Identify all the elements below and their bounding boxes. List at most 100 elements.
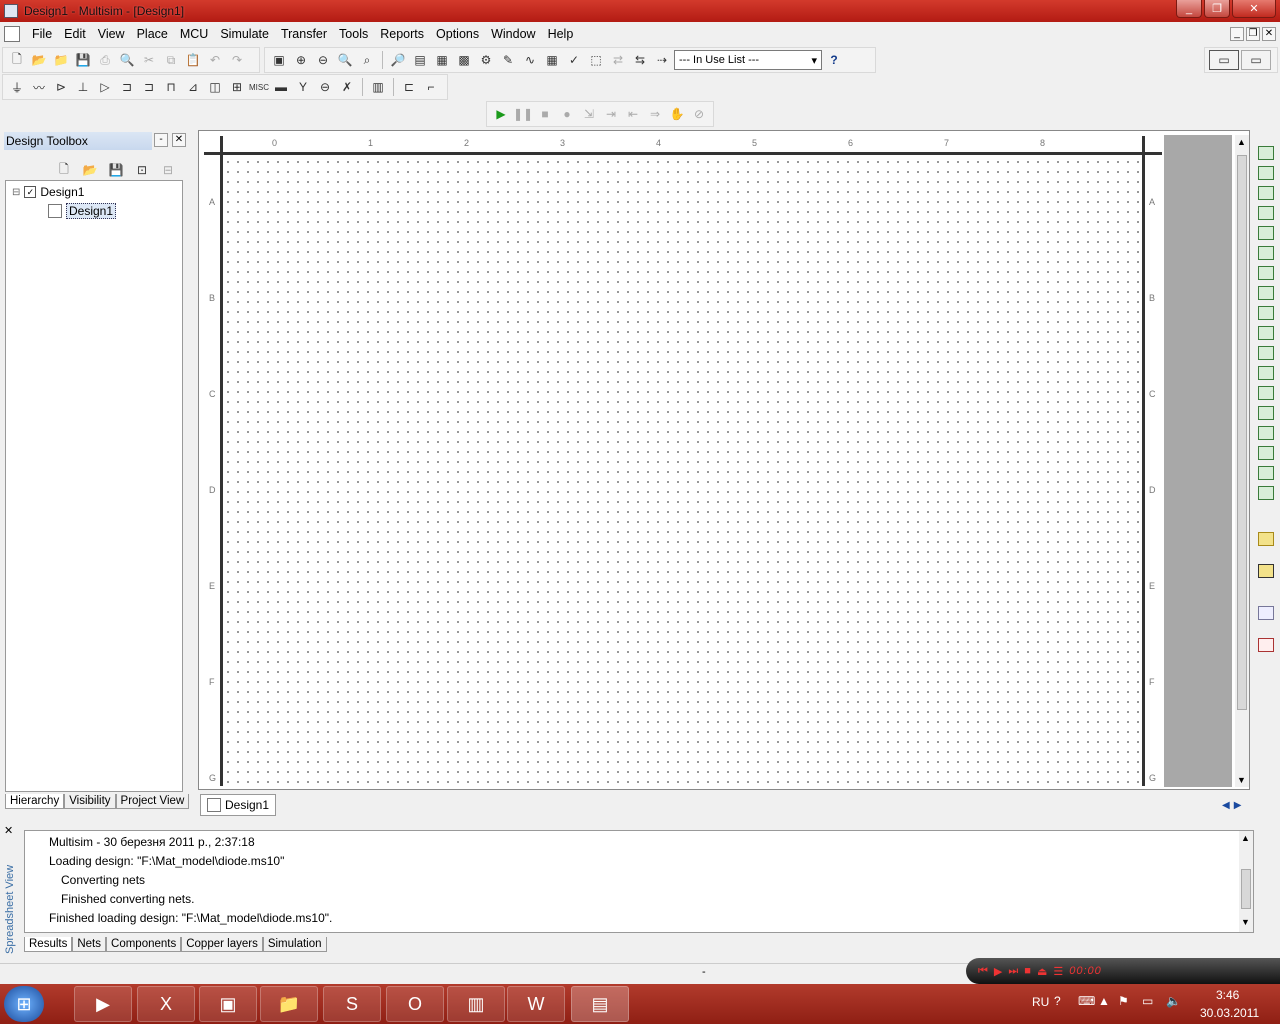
place-misc-digital-icon[interactable]: ⊓ xyxy=(161,77,181,97)
labview-instrument-icon[interactable] xyxy=(1258,564,1274,578)
tab-copper-layers[interactable]: Copper layers xyxy=(181,937,263,952)
scrollbar-thumb[interactable] xyxy=(1241,869,1251,909)
backannotate-icon[interactable]: ⇄ xyxy=(608,50,628,70)
measurement-probe-icon[interactable] xyxy=(1258,532,1274,546)
database-manager-icon[interactable]: ▩ xyxy=(454,50,474,70)
tab-simulation[interactable]: Simulation xyxy=(262,937,327,952)
clock-date[interactable]: 30.03.2011 xyxy=(1200,1006,1259,1020)
play-icon[interactable]: ▶ xyxy=(994,965,1002,978)
mdi-close-button[interactable]: ✕ xyxy=(1262,27,1276,41)
vertical-scrollbar[interactable]: ▲ ▼ xyxy=(1235,135,1249,787)
place-transistor-icon[interactable]: ⊥ xyxy=(73,77,93,97)
new-design-icon[interactable]: 🗋 xyxy=(54,160,74,180)
bode-plotter-icon[interactable] xyxy=(1258,246,1274,260)
remove-breakpoints-icon[interactable]: ⊘ xyxy=(689,104,709,124)
wattmeter-icon[interactable] xyxy=(1258,186,1274,200)
place-advanced-peripherals-icon[interactable]: ▬ xyxy=(271,77,291,97)
place-power-icon[interactable]: ⊞ xyxy=(227,77,247,97)
save-design-icon[interactable]: 💾 xyxy=(106,160,126,180)
start-button[interactable]: ⊞ xyxy=(4,986,44,1022)
eject-icon[interactable]: ⏏ xyxy=(1037,965,1047,978)
tree-node-design-sheet[interactable]: Design1 xyxy=(48,203,117,219)
place-diode-icon[interactable]: ⊳ xyxy=(51,77,71,97)
tab-hierarchy[interactable]: Hierarchy xyxy=(5,794,65,809)
scrollbar-thumb[interactable] xyxy=(1237,155,1247,710)
menu-place[interactable]: Place xyxy=(131,27,174,41)
menu-simulate[interactable]: Simulate xyxy=(214,27,275,41)
oscilloscope-icon[interactable] xyxy=(1258,206,1274,220)
erc-check-icon[interactable]: ✓ xyxy=(564,50,584,70)
tektronix-oscilloscope-icon[interactable] xyxy=(1258,486,1274,500)
full-screen-icon[interactable]: ▣ xyxy=(269,50,289,70)
redo-icon[interactable]: ↷ xyxy=(227,50,247,70)
forward-annotate-icon[interactable]: ⇆ xyxy=(630,50,650,70)
mdi-minimize-button[interactable]: _ xyxy=(1230,27,1244,41)
zoom-area-icon[interactable]: 🔍 xyxy=(335,50,355,70)
toolbox-close-icon[interactable]: ✕ xyxy=(172,133,186,147)
keyboard-tray-icon[interactable]: ⌨ xyxy=(1078,994,1095,1008)
paste-icon[interactable]: 📋 xyxy=(183,50,203,70)
show-hidden-icons-icon[interactable]: ▲ xyxy=(1098,994,1110,1008)
menu-edit[interactable]: Edit xyxy=(58,27,92,41)
help-icon[interactable]: ? xyxy=(824,50,844,70)
menu-mcu[interactable]: MCU xyxy=(174,27,214,41)
place-misc-icon[interactable]: MISC xyxy=(249,77,269,97)
menu-tools[interactable]: Tools xyxy=(333,27,374,41)
place-analog-icon[interactable]: ▷ xyxy=(95,77,115,97)
place-bus-icon[interactable]: ⊏ xyxy=(399,77,419,97)
toggle-toolbox-icon[interactable]: ▤ xyxy=(410,50,430,70)
place-wire-icon[interactable]: ⌐ xyxy=(421,77,441,97)
previous-icon[interactable]: ⏮ xyxy=(978,965,988,978)
tab-design1[interactable]: Design1 xyxy=(200,794,277,816)
pause-icon[interactable]: ❚❚ xyxy=(513,104,533,124)
tab-nets[interactable]: Nets xyxy=(72,937,107,952)
step-into-icon[interactable]: ⇲ xyxy=(579,104,599,124)
multimeter-icon[interactable] xyxy=(1258,146,1274,160)
document-system-icon[interactable] xyxy=(4,26,20,42)
app-taskbar-icon[interactable]: ▥ xyxy=(447,986,505,1022)
help-tray-icon[interactable]: ? xyxy=(1054,994,1061,1008)
place-ttl-icon[interactable]: ⊐ xyxy=(117,77,137,97)
four-channel-oscilloscope-icon[interactable] xyxy=(1258,226,1274,240)
step-over-icon[interactable]: ⇥ xyxy=(601,104,621,124)
scroll-down-icon[interactable]: ▼ xyxy=(1241,917,1250,927)
breakpoint-icon[interactable]: ● xyxy=(557,104,577,124)
network-analyzer-icon[interactable] xyxy=(1258,406,1274,420)
logic-converter-icon[interactable] xyxy=(1258,326,1274,340)
place-source-icon[interactable]: ⏚ xyxy=(7,77,27,97)
zoom-fit-icon[interactable]: ⌕ xyxy=(357,50,377,70)
function-generator-icon[interactable] xyxy=(1258,166,1274,180)
menu-help[interactable]: Help xyxy=(542,27,580,41)
place-cmos-icon[interactable]: ⊐ xyxy=(139,77,159,97)
tab-results[interactable]: Results xyxy=(24,937,73,952)
menu-transfer[interactable]: Transfer xyxy=(275,27,333,41)
place-basic-icon[interactable]: 〰 xyxy=(29,77,49,97)
schematic-grid[interactable] xyxy=(223,157,1143,787)
spreadsheet-close-icon[interactable]: ✕ xyxy=(4,824,13,837)
menu-reports[interactable]: Reports xyxy=(374,27,430,41)
multisim-app-icon[interactable] xyxy=(4,4,18,18)
electrical-rules-icon[interactable]: ▦ xyxy=(542,50,562,70)
language-indicator[interactable]: RU xyxy=(1032,995,1049,1009)
computer-taskbar-icon[interactable]: ▣ xyxy=(199,986,257,1022)
log-scrollbar[interactable]: ▲ ▼ xyxy=(1239,831,1253,932)
playlist-icon[interactable]: ☰ xyxy=(1053,965,1063,978)
tab-project-view[interactable]: Project View xyxy=(115,794,190,809)
delete-sheet-icon[interactable]: ⊟ xyxy=(158,160,178,180)
tab-scroll-right-icon[interactable]: ▶ xyxy=(1234,800,1242,811)
word-taskbar-icon[interactable]: W xyxy=(507,986,565,1022)
clock-time[interactable]: 3:46 xyxy=(1216,988,1239,1002)
new-sheet-icon[interactable]: ⊡ xyxy=(132,160,152,180)
frequency-counter-icon[interactable] xyxy=(1258,266,1274,280)
print-preview-icon[interactable]: 🔍 xyxy=(117,50,137,70)
agilent-multimeter-icon[interactable] xyxy=(1258,446,1274,460)
place-indicator-icon[interactable]: ◫ xyxy=(205,77,225,97)
tab-components[interactable]: Components xyxy=(106,937,182,952)
open-folder-icon[interactable]: 📂 xyxy=(29,50,49,70)
spectrum-analyzer-icon[interactable] xyxy=(1258,386,1274,400)
action-center-flag-icon[interactable]: ⚑ xyxy=(1118,994,1129,1008)
volume-icon[interactable]: 🔈 xyxy=(1166,994,1181,1008)
current-probe-icon[interactable] xyxy=(1258,606,1274,620)
step-out-icon[interactable]: ⇤ xyxy=(623,104,643,124)
postprocessor-icon[interactable]: ∿ xyxy=(520,50,540,70)
